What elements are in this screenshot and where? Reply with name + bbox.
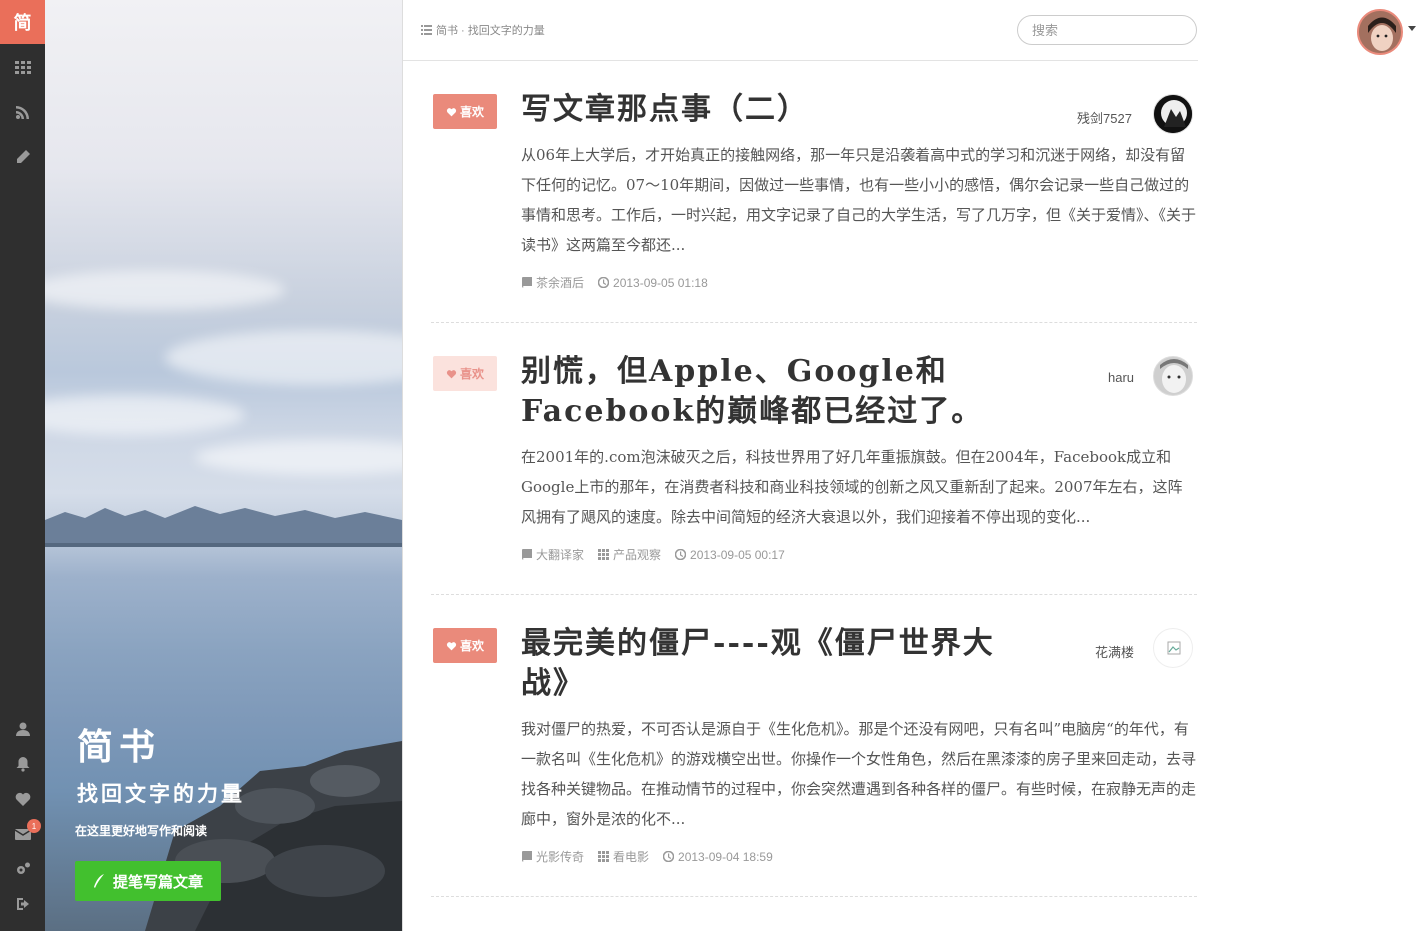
book-icon (522, 549, 532, 560)
list-icon (421, 25, 432, 35)
heart-icon[interactable] (0, 781, 45, 816)
cover-panel: 简书 找回文字的力量 在这里更好地写作和阅读 提笔写篇文章 (45, 0, 402, 931)
notebook-name: 大翻译家 (536, 548, 585, 562)
article-item: 喜欢 最完美的僵尸----观《僵尸世界大战》 花满楼 我对僵尸的热爱，不可否认是… (431, 595, 1197, 897)
rss-icon[interactable] (0, 89, 45, 134)
article-item: 喜欢 别慌，但Apple、Google和Facebook的巅峰都已经过了。 ha… (431, 323, 1197, 595)
main-content: 简书 · 找回文字的力量 喜欢 写文章那点事（二） 残剑7527 从06年上大学… (402, 0, 1198, 931)
grid-icon (598, 549, 610, 560)
grid-icon[interactable] (0, 44, 45, 89)
write-article-button[interactable]: 提笔写篇文章 (75, 861, 221, 901)
clock-icon (598, 277, 610, 288)
breadcrumb-text: 简书 · 找回文字的力量 (436, 25, 545, 37)
clock-icon (675, 549, 687, 560)
collection-name: 产品观察 (613, 548, 662, 562)
publish-time: 2013-09-04 18:59 (663, 850, 773, 864)
article-title[interactable]: 最完美的僵尸----观《僵尸世界大战》 (521, 624, 1041, 704)
search-input[interactable] (1017, 15, 1197, 45)
collection-name: 看电影 (613, 850, 650, 864)
article-title[interactable]: 别慌，但Apple、Google和Facebook的巅峰都已经过了。 (521, 352, 1081, 432)
article-summary: 从06年上大学后，才开始真正的接触网络，那一年只是沿袭着高中式的学习和沉迷于网络… (521, 146, 1197, 254)
like-button[interactable]: 喜欢 (433, 94, 497, 129)
author-avatar[interactable] (1153, 94, 1193, 134)
article-summary: 我对僵尸的热爱，不可否认是源自于《生化危机》。那是个还没有网吧，只有名叫”电脑房… (521, 720, 1197, 828)
notebook-link[interactable]: 茶余酒后 (521, 274, 584, 291)
author-avatar[interactable] (1153, 356, 1193, 396)
book-icon (522, 851, 532, 862)
collection-link[interactable]: 看电影 (598, 848, 649, 865)
book-icon (522, 277, 532, 288)
collection-link[interactable]: 产品观察 (598, 546, 661, 563)
notebook-link[interactable]: 光影传奇 (521, 848, 584, 865)
cover-title: 简书 (77, 726, 162, 768)
article-meta: 茶余酒后 2013-09-05 01:18 (521, 274, 708, 291)
notebook-name: 光影传奇 (536, 850, 585, 864)
time-text: 2013-09-05 00:17 (690, 547, 785, 562)
user-icon[interactable] (0, 711, 45, 746)
author-name[interactable]: 残剑7527 (1077, 108, 1132, 127)
like-label: 喜欢 (459, 105, 484, 119)
heart-icon (446, 369, 457, 378)
settings-icon[interactable] (0, 851, 45, 886)
time-text: 2013-09-05 01:18 (613, 275, 708, 290)
author-name[interactable]: 花满楼 (1095, 642, 1134, 661)
quill-icon (93, 874, 104, 888)
cover-subtitle: 在这里更好地写作和阅读 (75, 824, 208, 838)
time-text: 2013-09-04 18:59 (678, 849, 773, 864)
publish-time: 2013-09-05 01:18 (598, 276, 708, 290)
clock-icon (663, 851, 675, 862)
mail-badge: 1 (27, 819, 41, 833)
like-button[interactable]: 喜欢 (433, 628, 497, 663)
pencil-icon[interactable] (0, 134, 45, 179)
grid-icon (598, 851, 610, 862)
publish-time: 2013-09-05 00:17 (675, 548, 785, 562)
author-avatar[interactable] (1153, 628, 1193, 668)
breadcrumb[interactable]: 简书 · 找回文字的力量 (421, 22, 545, 38)
like-label: 喜欢 (459, 639, 484, 653)
author-name[interactable]: haru (1108, 370, 1134, 385)
logout-icon[interactable] (0, 886, 45, 921)
mail-icon[interactable]: 1 (0, 816, 45, 851)
write-article-label: 提笔写篇文章 (112, 873, 203, 891)
like-button[interactable]: 喜欢 (433, 356, 497, 391)
bell-icon[interactable] (0, 746, 45, 781)
mountains-image (45, 506, 402, 547)
cover-slogan: 找回文字的力量 (77, 781, 245, 806)
nav-rail: 简 1 (0, 0, 45, 931)
heart-icon (446, 641, 457, 650)
notebook-name: 茶余酒后 (536, 276, 585, 290)
user-menu-caret-icon[interactable] (1408, 26, 1416, 31)
top-bar: 简书 · 找回文字的力量 (403, 0, 1198, 61)
like-label: 喜欢 (459, 367, 484, 381)
article-item: 喜欢 写文章那点事（二） 残剑7527 从06年上大学后，才开始真正的接触网络，… (431, 61, 1197, 323)
user-avatar[interactable] (1357, 9, 1403, 55)
article-summary: 在2001年的.com泡沫破灭之后，科技世界用了好几年重振旗鼓。但在2004年，… (521, 448, 1183, 526)
article-title[interactable]: 写文章那点事（二） (521, 90, 1061, 130)
logo-button[interactable]: 简 (0, 0, 45, 44)
heart-icon (446, 107, 457, 116)
notebook-link[interactable]: 大翻译家 (521, 546, 584, 563)
article-meta: 大翻译家 产品观察 2013-09-05 00:17 (521, 546, 785, 563)
article-meta: 光影传奇 看电影 2013-09-04 18:59 (521, 848, 773, 865)
